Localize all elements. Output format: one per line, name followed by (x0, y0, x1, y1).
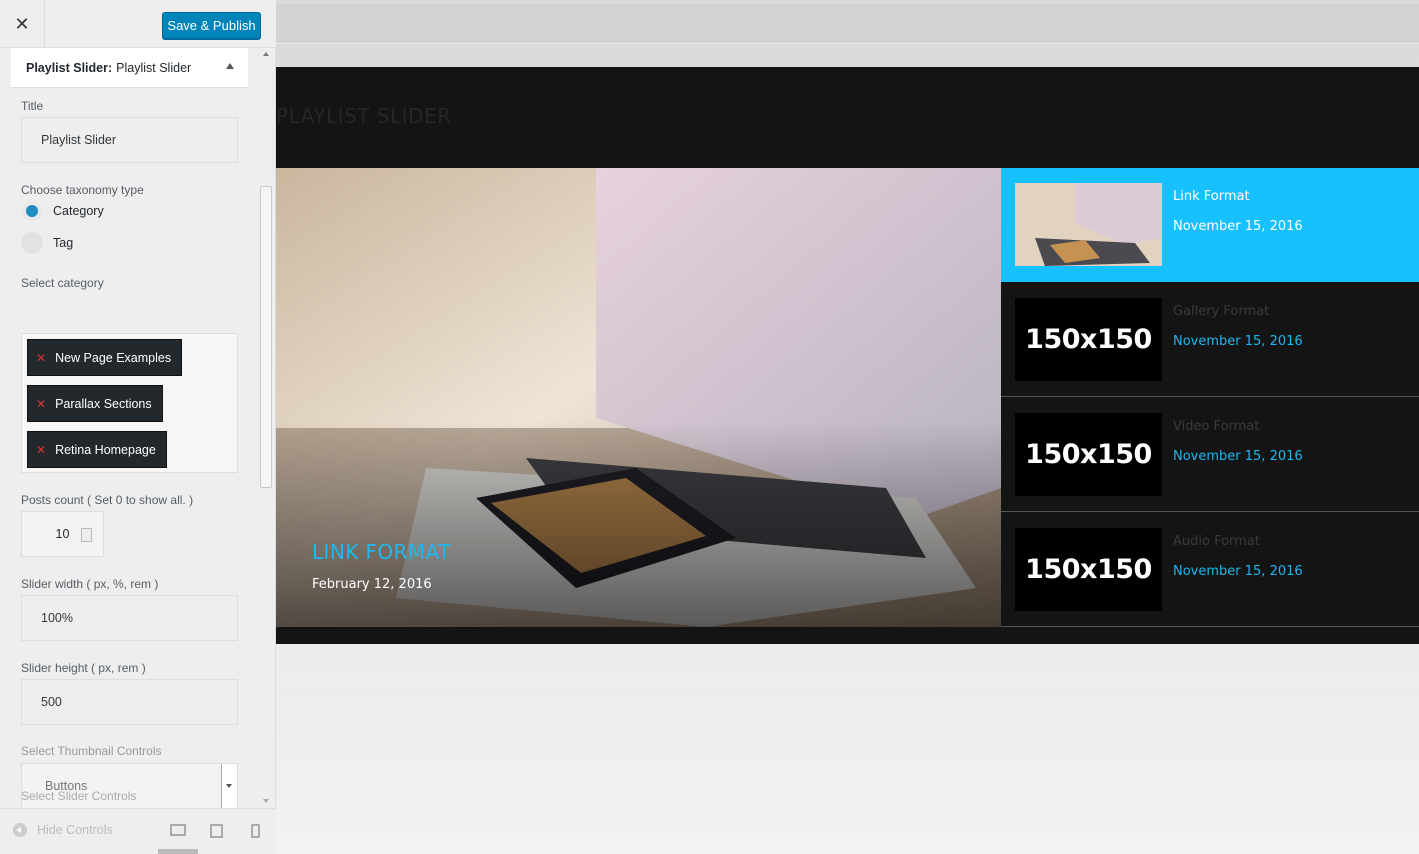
slider-height-label: Slider height ( px, rem ) (21, 661, 146, 675)
hero-date: February 12, 2016 (312, 577, 432, 592)
playlist-thumbnail: 150x150 (1015, 528, 1162, 611)
playlist-item-date: November 15, 2016 (1173, 219, 1303, 234)
radio-category-dot[interactable] (21, 200, 43, 222)
title-label: Title (21, 99, 44, 113)
slider-width-label: Slider width ( px, %, rem ) (21, 577, 159, 591)
remove-x-icon[interactable]: ✕ (36, 443, 46, 457)
slider-width-input[interactable]: 100% (21, 595, 238, 641)
category-tag-label: New Page Examples (55, 350, 172, 365)
playlist-thumbnail: 150x150 (1015, 298, 1162, 381)
category-tag-label: Retina Homepage (55, 442, 156, 457)
slider-heading: PLAYLIST SLIDER (276, 104, 452, 128)
category-tag: ✕ Retina Homepage (27, 431, 167, 468)
hide-controls-button[interactable]: Hide Controls (13, 823, 113, 837)
hero-title-link[interactable]: LINK FORMAT (312, 540, 451, 564)
chevron-down-icon[interactable] (221, 764, 237, 808)
mobile-icon[interactable] (251, 824, 260, 838)
site-preview: PLAYLIST SLIDER LINK FORMAT February 12,… (276, 0, 1419, 854)
save-publish-button[interactable]: Save & Publish (162, 12, 261, 39)
scrollbar-thumb[interactable] (260, 186, 272, 488)
playlist-item[interactable]: 150x150 Gallery Format November 15, 2016 (1001, 283, 1419, 397)
category-label: Select category (21, 276, 104, 290)
scroll-up-icon[interactable] (263, 52, 269, 56)
playlist-item-date: November 15, 2016 (1173, 449, 1303, 464)
customizer-footer: Hide Controls (0, 808, 276, 854)
widget-panel: Playlist Slider: Playlist Slider Title P… (11, 48, 248, 808)
hero-slide[interactable]: LINK FORMAT February 12, 2016 (276, 168, 1001, 627)
playlist-item-title: Video Format (1173, 419, 1260, 434)
playlist: Link Format November 15, 2016 150x150 Ga… (1001, 168, 1419, 627)
category-tag: ✕ New Page Examples (27, 339, 183, 376)
active-device-indicator (158, 849, 198, 854)
playlist-item-title: Gallery Format (1173, 304, 1270, 319)
arrow-left-circle-icon (13, 823, 27, 837)
playlist-item-title: Audio Format (1173, 534, 1260, 549)
hide-controls-label: Hide Controls (37, 823, 113, 837)
playlist-item[interactable]: 150x150 Audio Format November 15, 2016 (1001, 513, 1419, 627)
section-prefix: Playlist Slider: (26, 60, 113, 75)
slider-height-input[interactable]: 500 (21, 679, 238, 725)
posts-count-value: 10 (55, 527, 70, 541)
thumb-controls-label: Select Thumbnail Controls (21, 744, 162, 758)
category-tag: ✕ Parallax Sections (27, 385, 163, 422)
laptop-thumbnail-image (1015, 183, 1162, 266)
category-multiselect[interactable]: ✕ New Page Examples ✕ Parallax Sections … (21, 333, 238, 473)
playlist-item-date: November 15, 2016 (1173, 564, 1303, 579)
slider-controls-label: Select Slider Controls (21, 789, 137, 803)
playlist-item-date: November 15, 2016 (1173, 334, 1303, 349)
playlist-item[interactable]: Link Format November 15, 2016 (1001, 168, 1419, 282)
stepper-arrows-icon[interactable] (81, 528, 92, 542)
scroll-down-icon[interactable] (263, 799, 269, 803)
posts-count-label: Posts count ( Set 0 to show all. ) (21, 493, 194, 507)
playlist-thumbnail (1015, 183, 1162, 266)
radio-category[interactable]: Category (21, 200, 104, 222)
playlist-item[interactable]: 150x150 Video Format November 15, 2016 (1001, 398, 1419, 512)
triangle-up-icon[interactable] (226, 63, 234, 69)
close-icon[interactable]: ✕ (0, 0, 45, 48)
playlist-item-title: Link Format (1173, 189, 1250, 204)
customizer-sidebar: ✕ Save & Publish Playlist Slider: Playli… (0, 0, 276, 854)
section-body: Title Playlist Slider Choose taxonomy ty… (11, 88, 248, 808)
remove-x-icon[interactable]: ✕ (36, 351, 46, 365)
taxonomy-label: Choose taxonomy type (21, 183, 144, 197)
divider (276, 690, 1419, 691)
desktop-icon[interactable] (170, 824, 186, 836)
customizer-header: ✕ Save & Publish (0, 0, 276, 48)
radio-category-label: Category (53, 204, 104, 218)
category-tag-label: Parallax Sections (55, 396, 152, 411)
section-header[interactable]: Playlist Slider: Playlist Slider (11, 48, 248, 88)
panel-scrollbar[interactable] (258, 48, 275, 808)
radio-tag-label: Tag (53, 236, 74, 250)
radio-tag-dot[interactable] (21, 232, 43, 254)
tablet-icon[interactable] (210, 824, 223, 838)
playlist-thumbnail: 150x150 (1015, 413, 1162, 496)
preview-header-strip (276, 4, 1419, 44)
radio-tag[interactable]: Tag (21, 232, 73, 254)
remove-x-icon[interactable]: ✕ (36, 397, 46, 411)
posts-count-stepper[interactable]: 10 (21, 511, 104, 557)
section-name: Playlist Slider (116, 60, 192, 75)
title-input[interactable]: Playlist Slider (21, 117, 238, 163)
